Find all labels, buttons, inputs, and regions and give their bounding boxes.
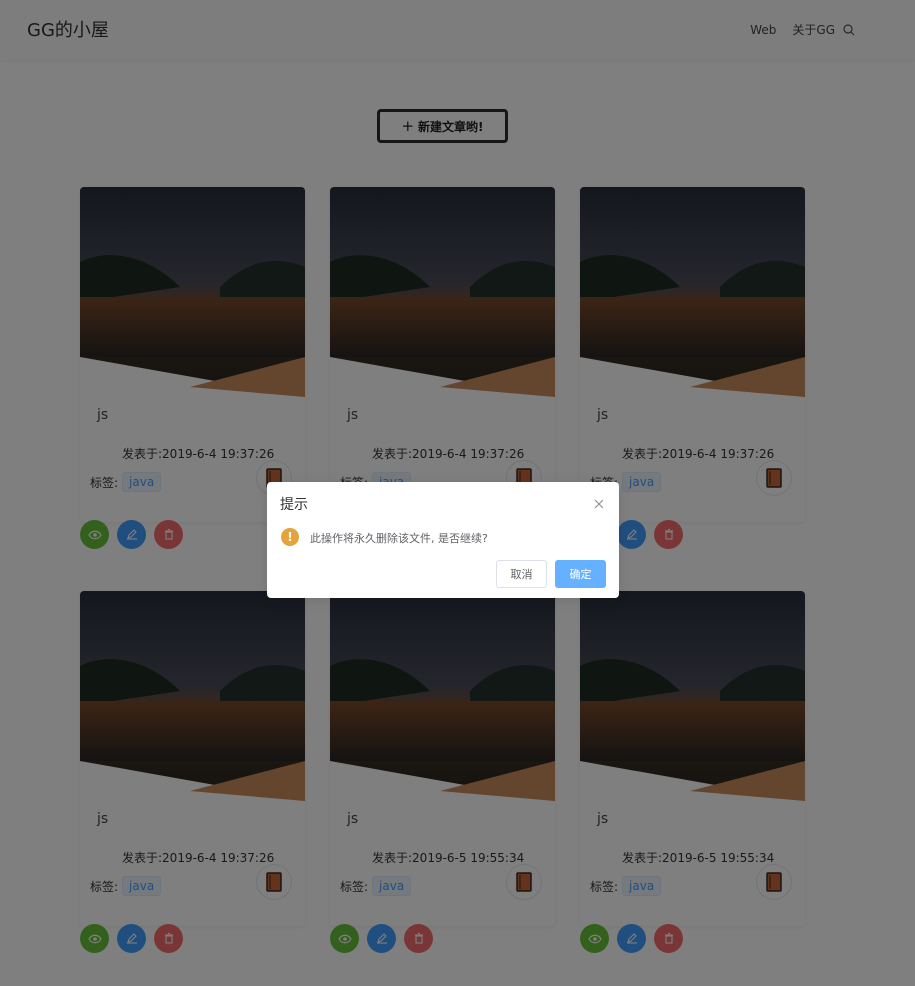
- warning-icon: !: [281, 528, 299, 546]
- confirm-button[interactable]: 确定: [555, 560, 606, 588]
- cancel-button[interactable]: 取消: [496, 560, 547, 588]
- dialog-message: 此操作将永久删除该文件, 是否继续?: [310, 532, 488, 545]
- confirm-dialog: 提示 ! 此操作将永久删除该文件, 是否继续? 取消 确定: [267, 482, 619, 598]
- dialog-title: 提示: [280, 497, 308, 513]
- close-icon[interactable]: [593, 495, 605, 509]
